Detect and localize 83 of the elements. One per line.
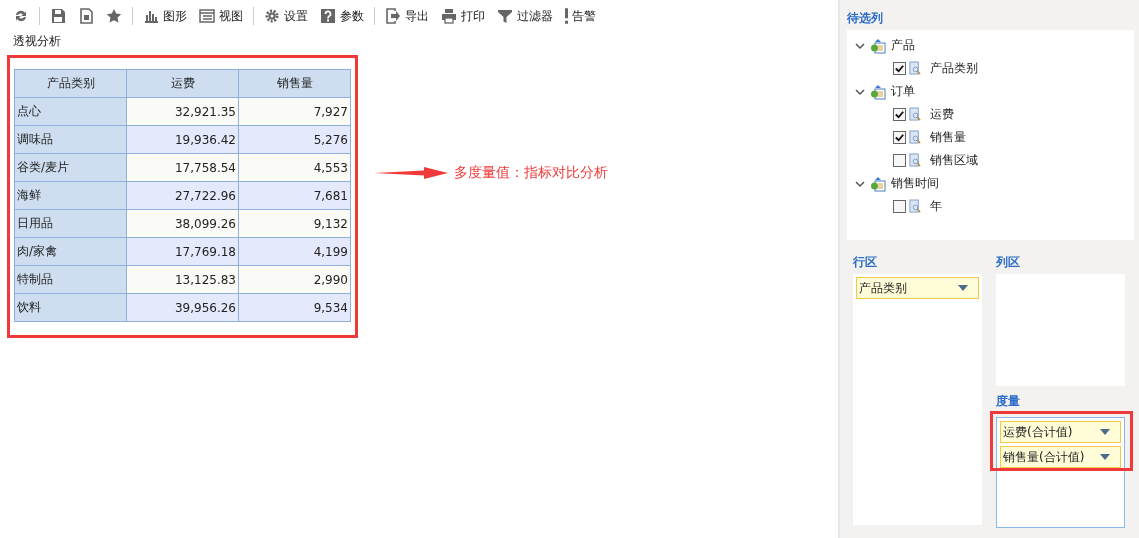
chevron-down-icon[interactable] (855, 40, 865, 51)
row-header: 日用品 (14, 209, 127, 238)
tree-item[interactable]: 订单 (891, 83, 915, 100)
dropdown-icon (1100, 454, 1110, 460)
table-icon (870, 175, 886, 192)
table-cell: 39,956.26 (126, 293, 239, 322)
dropdown-icon (958, 285, 968, 291)
checkbox[interactable] (893, 200, 906, 213)
table-cell: 4,199 (238, 237, 351, 266)
toolbar-button[interactable]: 参数 (315, 5, 369, 27)
filter-icon (497, 8, 513, 24)
field-chip[interactable]: 产品类别 (856, 277, 979, 299)
chevron-down-icon[interactable] (855, 178, 865, 189)
checkbox[interactable] (893, 131, 906, 144)
field-icon (909, 107, 922, 122)
tree-item[interactable]: 销售量 (930, 129, 966, 146)
tree-item[interactable]: 运费 (930, 106, 954, 123)
table-cell: 19,936.42 (126, 125, 239, 154)
toolbar-button[interactable]: 打印 (436, 5, 490, 27)
area-title: 度量 (996, 393, 1021, 410)
area-title: 行区 (853, 254, 878, 271)
chevron-down-icon[interactable] (855, 86, 865, 97)
exclamation-icon (565, 8, 568, 24)
area-title: 列区 (996, 254, 1021, 271)
field-icon (909, 199, 922, 214)
refresh-icon (13, 8, 29, 24)
row-header: 肉/家禽 (14, 237, 127, 266)
layout-icon (199, 8, 215, 24)
tree-item[interactable]: 产品 (891, 37, 915, 54)
checkbox[interactable] (893, 154, 906, 167)
checkbox[interactable] (893, 62, 906, 75)
star-icon (106, 8, 122, 24)
field-icon (909, 130, 922, 145)
column-header: 产品类别 (14, 69, 127, 98)
table-cell: 2,990 (238, 265, 351, 294)
tree-item[interactable]: 销售时间 (891, 175, 939, 192)
field-icon (909, 153, 922, 168)
toolbar-button[interactable]: 过滤器 (492, 5, 558, 27)
table-icon (870, 37, 886, 54)
row-header: 谷类/麦片 (14, 153, 127, 182)
field-chip[interactable]: 销售量(合计值) (1000, 446, 1121, 468)
row-header: 点心 (14, 97, 127, 126)
save-icon (50, 8, 66, 24)
table-cell: 7,927 (238, 97, 351, 126)
table-cell: 9,534 (238, 293, 351, 322)
toolbar-button[interactable]: 告警 (560, 5, 601, 27)
table-cell: 27,722.96 (126, 181, 239, 210)
report-title: 透视分析 (12, 33, 62, 50)
row-header: 饮料 (14, 293, 127, 322)
table-cell: 7,681 (238, 181, 351, 210)
table-cell: 9,132 (238, 209, 351, 238)
row-header: 调味品 (14, 125, 127, 154)
field-icon (909, 61, 922, 76)
tree-item[interactable]: 销售区域 (930, 152, 978, 169)
bar-chart-icon (143, 8, 159, 24)
column-header: 销售量 (238, 69, 351, 98)
toolbar-button[interactable]: 图形 (138, 5, 192, 27)
toolbar-button[interactable]: 设置 (259, 5, 313, 27)
help-icon (320, 8, 336, 24)
table-cell: 17,769.18 (126, 237, 239, 266)
printer-icon (441, 8, 457, 24)
table-cell: 13,125.83 (126, 265, 239, 294)
table-cell: 32,921.35 (126, 97, 239, 126)
toolbar-button[interactable]: 视图 (194, 5, 248, 27)
row-header: 特制品 (14, 265, 127, 294)
panel-title: 待选列 (847, 10, 884, 27)
settings-icon (264, 8, 280, 24)
table-cell: 17,758.54 (126, 153, 239, 182)
tree-item[interactable]: 年 (930, 198, 942, 215)
field-chip[interactable]: 运费(合计值) (1000, 421, 1121, 443)
dropdown-icon (1100, 429, 1110, 435)
table-cell: 4,553 (238, 153, 351, 182)
document-icon (78, 8, 94, 24)
checkbox[interactable] (893, 108, 906, 121)
export-icon (385, 8, 401, 24)
annotation-text: 多度量值：指标对比分析 (454, 164, 608, 182)
row-header: 海鲜 (14, 181, 127, 210)
toolbar-button[interactable]: 导出 (380, 5, 434, 27)
tree-item[interactable]: 产品类别 (930, 60, 978, 77)
column-header: 运费 (126, 69, 239, 98)
table-cell: 38,099.26 (126, 209, 239, 238)
table-icon (870, 83, 886, 100)
table-cell: 5,276 (238, 125, 351, 154)
